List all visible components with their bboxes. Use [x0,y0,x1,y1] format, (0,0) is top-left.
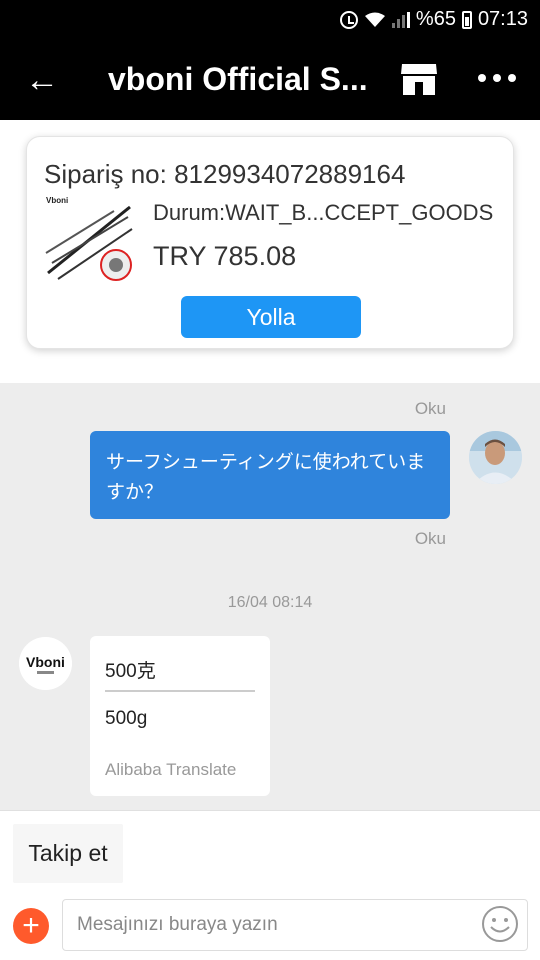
alarm-icon [339,10,358,29]
original-message-text: 500克 [105,661,156,682]
order-section: Sipariş no: 8129934072889164 Vboni Durum… [0,120,540,383]
send-order-button[interactable]: Yolla [181,296,361,338]
incoming-message-bubble[interactable]: 500克 500g Alibaba Translate [90,636,270,796]
order-card[interactable]: Sipariş no: 8129934072889164 Vboni Durum… [26,136,514,349]
product-brand-text: Vboni [46,196,68,205]
order-status: Durum:WAIT_B...CCEPT_GOODS [153,200,493,225]
translation-provider-label: Alibaba Translate [105,760,237,779]
battery-percent: %65 [415,8,456,30]
plus-icon[interactable]: + [13,908,49,944]
store-icon[interactable] [400,62,438,96]
outgoing-message-bubble[interactable]: サーフシューティングに使われていますか？ [90,431,450,519]
emoji-icon[interactable] [481,905,519,943]
message-input[interactable]: Mesajınızı buraya yazın [62,899,528,951]
read-receipt: Oku [414,399,446,418]
order-price: TRY 785.08 [153,241,297,271]
back-arrow-icon[interactable]: ← [22,60,62,100]
wifi-icon [364,12,385,27]
chat-area[interactable]: Oku サーフシューティングに使われていますか？ Oku 16/04 08:14… [0,383,540,810]
signal-icon [391,11,410,28]
divider [105,690,255,692]
clock: 07:13 [477,8,528,30]
product-image[interactable]: Vboni [44,193,134,285]
follow-button[interactable]: Takip et [13,824,123,883]
shop-logo-text: Vboni [26,654,65,670]
more-options-icon[interactable] [478,68,518,88]
app-bar: ← vboni Official S... [0,38,540,120]
composer-bar: Takip et + Mesajınızı buraya yazın [0,810,540,960]
status-bar: %65 07:13 [0,0,540,38]
status-icons: %65 07:13 [339,8,528,31]
message-timestamp: 16/04 08:14 [227,594,313,611]
chat-title: vboni Official S... [108,61,368,97]
order-number: Sipariş no: 8129934072889164 [44,159,406,189]
shop-avatar[interactable]: Vboni [19,637,72,690]
user-avatar[interactable] [469,431,522,484]
translated-message-text: 500g [105,708,148,729]
battery-icon [461,10,472,29]
read-receipt: Oku [414,529,446,548]
